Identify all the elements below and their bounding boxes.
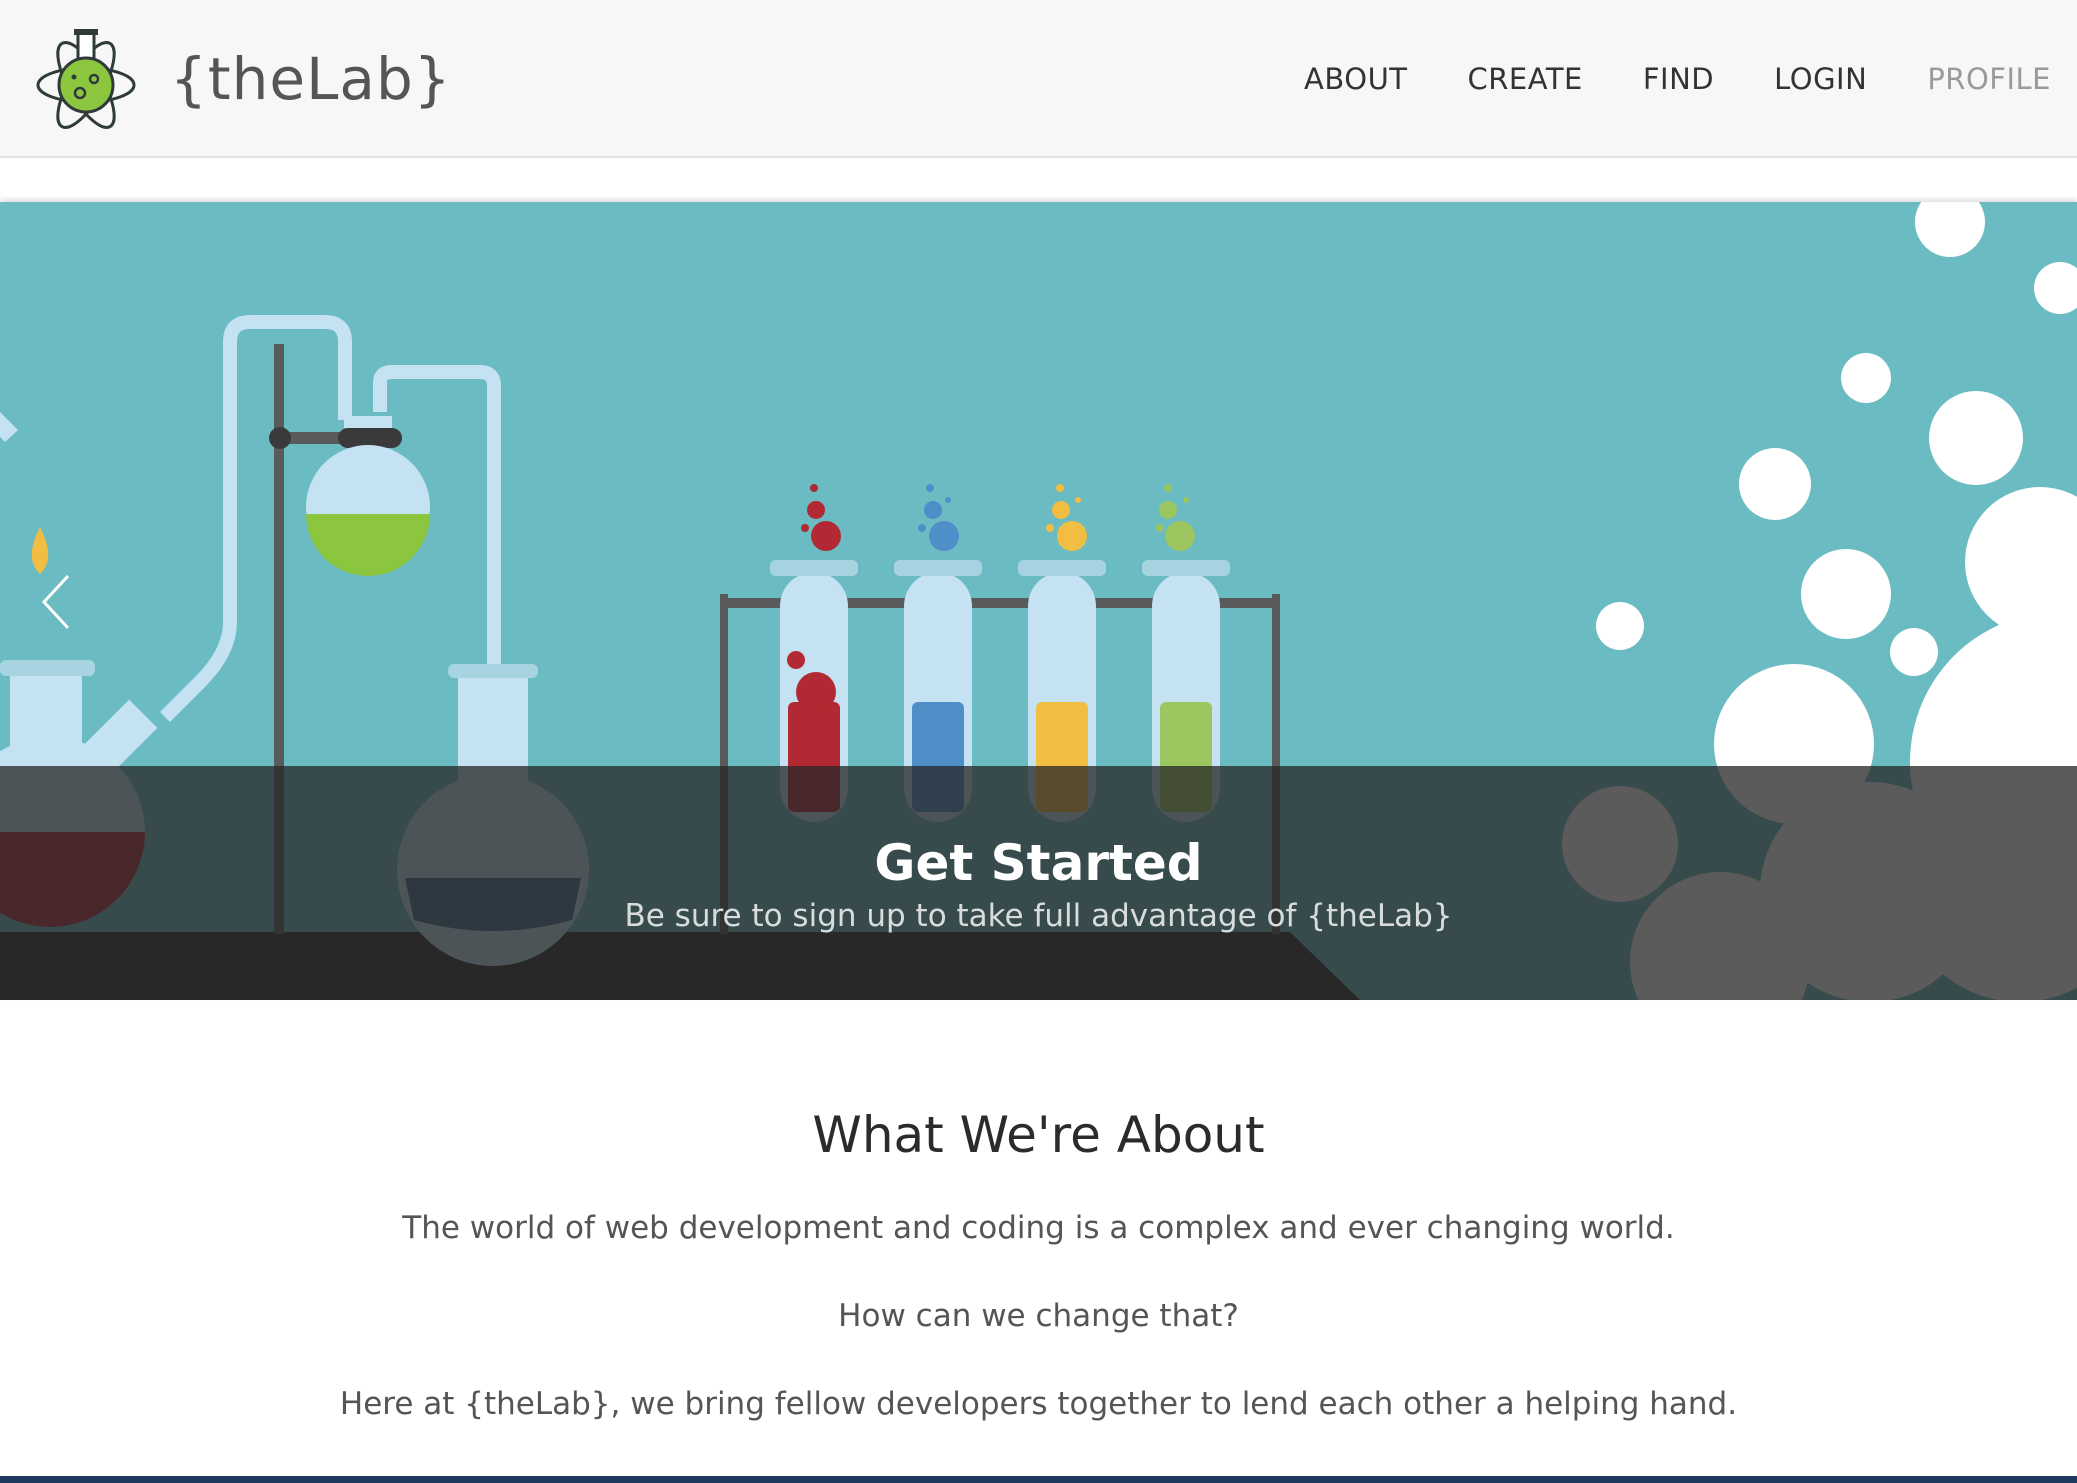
hero-carousel: Get Started Be sure to sign up to take f… <box>0 202 2077 1000</box>
chevron-left-icon[interactable] <box>38 570 78 634</box>
nav-item-profile[interactable]: PROFILE <box>1927 62 2051 96</box>
brand-link[interactable]: {theLab} <box>34 24 452 134</box>
nav-item-login[interactable]: LOGIN <box>1774 62 1867 96</box>
about-paragraph: The world of web development and coding … <box>402 1210 1675 1246</box>
brand-name: {theLab} <box>170 45 452 113</box>
about-paragraph: How can we change that? <box>838 1298 1239 1334</box>
carousel-caption-title: Get Started <box>874 834 1203 892</box>
page: {theLab} ABOUT CREATE FIND LOGIN PROFILE <box>0 0 2077 1483</box>
nav-item-find[interactable]: FIND <box>1643 62 1714 96</box>
flask-atom-logo-icon <box>36 29 136 129</box>
nav-item-create[interactable]: CREATE <box>1468 62 1583 96</box>
about-title: What We're About <box>812 1106 1265 1164</box>
window-bottom-strip <box>0 1476 2077 1483</box>
main-nav: ABOUT CREATE FIND LOGIN PROFILE <box>1244 0 2051 158</box>
about-paragraph: Here at {theLab}, we bring fellow develo… <box>339 1386 1738 1422</box>
carousel-caption-text: Be sure to sign up to take full advantag… <box>624 898 1453 934</box>
nav-item-about[interactable]: ABOUT <box>1304 62 1408 96</box>
about-section: What We're About The world of web develo… <box>0 1040 2077 1460</box>
navbar: {theLab} ABOUT CREATE FIND LOGIN PROFILE <box>0 0 2077 158</box>
